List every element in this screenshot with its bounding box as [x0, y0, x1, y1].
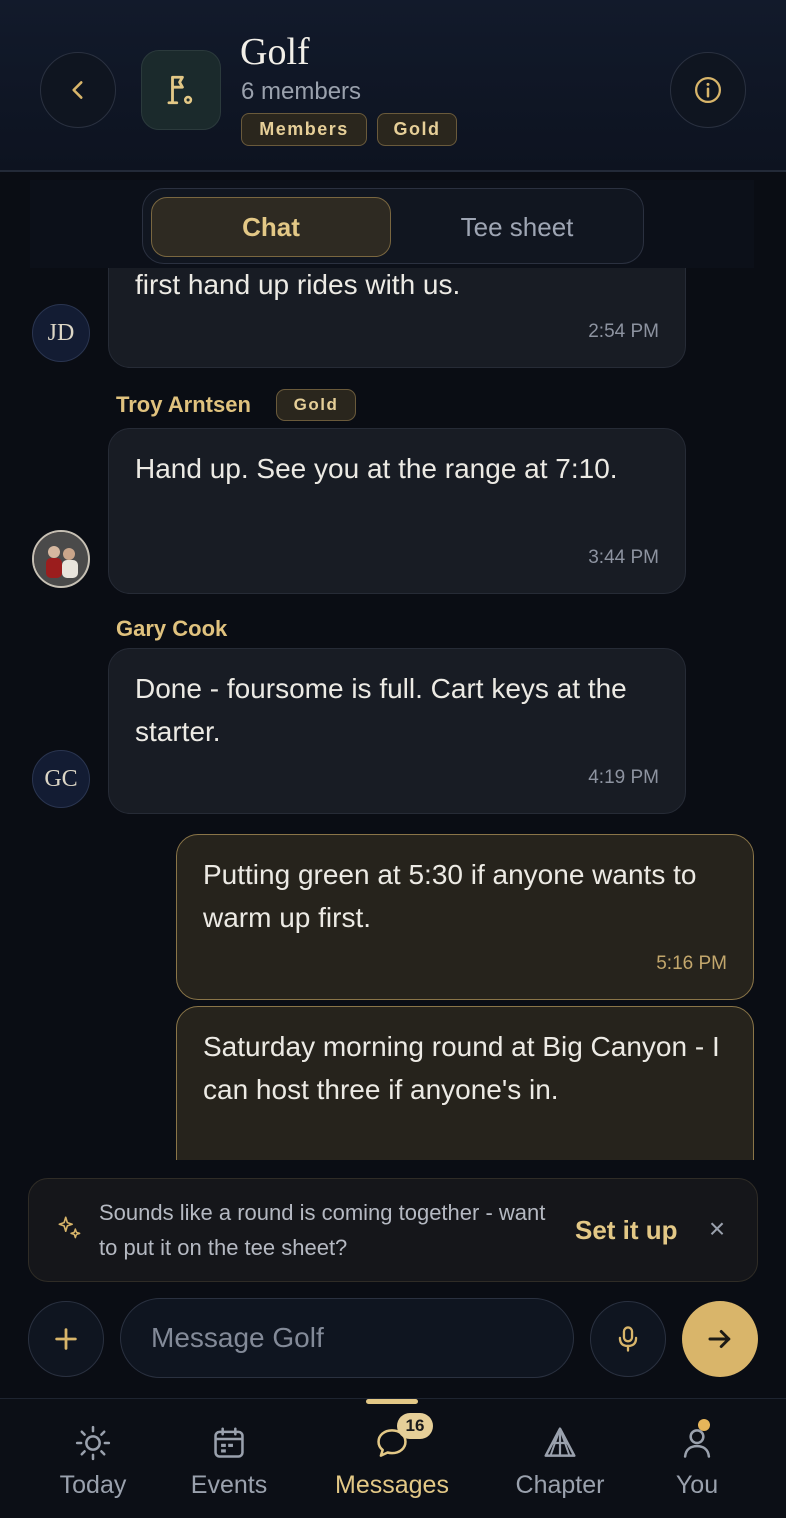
active-tab-indicator	[366, 1399, 418, 1404]
plus-icon	[55, 1328, 77, 1350]
avatar-photo	[34, 532, 88, 586]
tab-chat[interactable]: Chat	[151, 197, 391, 257]
segmented-tabs: Chat Tee sheet	[142, 188, 644, 264]
add-attachment-button[interactable]	[28, 1301, 104, 1377]
bottom-nav: Today Events 16 Messages Chapter You	[0, 1398, 786, 1518]
gold-badge: Gold	[377, 113, 457, 146]
golf-flag-icon	[167, 75, 193, 105]
avatar[interactable]: GC	[32, 750, 90, 808]
members-badge: Members	[241, 113, 367, 146]
message-bubble[interactable]: Hand up. See you at the range at 7:10. 3…	[108, 428, 686, 594]
send-button[interactable]	[682, 1301, 758, 1377]
message-text: Saturday morning round at Big Canyon - I…	[203, 1031, 720, 1105]
suggestion-banner: Sounds like a round is coming together -…	[28, 1178, 758, 1282]
message-time: 4:19 PM	[588, 767, 659, 788]
close-icon[interactable]: ×	[701, 1209, 733, 1249]
nav-label: Messages	[335, 1471, 449, 1499]
group-avatar[interactable]	[141, 50, 221, 130]
sender-name: Gary Cook	[116, 616, 228, 641]
voice-button[interactable]	[590, 1301, 666, 1377]
message-time: 3:44 PM	[588, 547, 659, 568]
nav-item-you[interactable]: You	[627, 1419, 767, 1511]
member-count: 6 members	[241, 78, 362, 105]
calendar-icon	[214, 1427, 244, 1458]
chat-header: Golf 6 members Members Gold	[0, 0, 786, 172]
gold-badge: Gold	[276, 389, 356, 421]
message-time: 5:16 PM	[656, 953, 727, 974]
message-text: Hand up. See you at the range at 7:10.	[135, 453, 618, 484]
message-bubble-own[interactable]: Saturday morning round at Big Canyon - I…	[176, 1006, 754, 1160]
suggestion-text: Sounds like a round is coming together -…	[99, 1200, 546, 1260]
arrow-right-icon	[708, 1330, 731, 1348]
nav-item-events[interactable]: Events	[159, 1421, 299, 1511]
message-input[interactable]	[120, 1298, 574, 1378]
avatar[interactable]	[32, 530, 90, 588]
microphone-icon	[618, 1326, 638, 1352]
sparkle-icon	[58, 1216, 81, 1239]
pyramid-icon	[544, 1427, 576, 1457]
person-icon	[683, 1429, 711, 1458]
message-bubble-own[interactable]: Putting green at 5:30 if anyone wants to…	[176, 834, 754, 1000]
message-text: Putting green at 5:30 if anyone wants to…	[203, 859, 697, 933]
message-list[interactable]: first hand up rides with us. 2:54 PM JD …	[0, 268, 786, 1160]
message-text: Done - foursome is full. Cart keys at th…	[135, 673, 627, 747]
message-bubble[interactable]: first hand up rides with us. 2:54 PM	[108, 268, 686, 368]
nav-label: Events	[190, 1471, 268, 1499]
unread-badge: 16	[397, 1413, 433, 1439]
avatar[interactable]: JD	[32, 304, 90, 362]
tab-tee-sheet[interactable]: Tee sheet	[399, 197, 635, 257]
info-icon	[695, 77, 721, 103]
nav-item-messages[interactable]: 16 Messages	[322, 1413, 462, 1511]
info-button[interactable]	[670, 52, 746, 128]
sender-name: Troy Arntsen	[116, 392, 251, 417]
set-it-up-button[interactable]: Set it up	[575, 1215, 678, 1246]
nav-item-today[interactable]: Today	[23, 1421, 163, 1511]
sun-icon	[75, 1425, 111, 1461]
message-time: 2:54 PM	[588, 321, 659, 342]
message-text: first hand up rides with us.	[135, 269, 461, 300]
notification-dot	[698, 1419, 710, 1431]
nav-label: Today	[59, 1471, 127, 1499]
nav-item-chapter[interactable]: Chapter	[490, 1421, 630, 1511]
nav-label: Chapter	[515, 1471, 605, 1499]
back-button[interactable]	[40, 52, 116, 128]
chevron-left-icon	[72, 81, 83, 99]
nav-label: You	[675, 1471, 719, 1499]
page-title: Golf	[240, 31, 310, 73]
message-bubble[interactable]: Done - foursome is full. Cart keys at th…	[108, 648, 686, 814]
